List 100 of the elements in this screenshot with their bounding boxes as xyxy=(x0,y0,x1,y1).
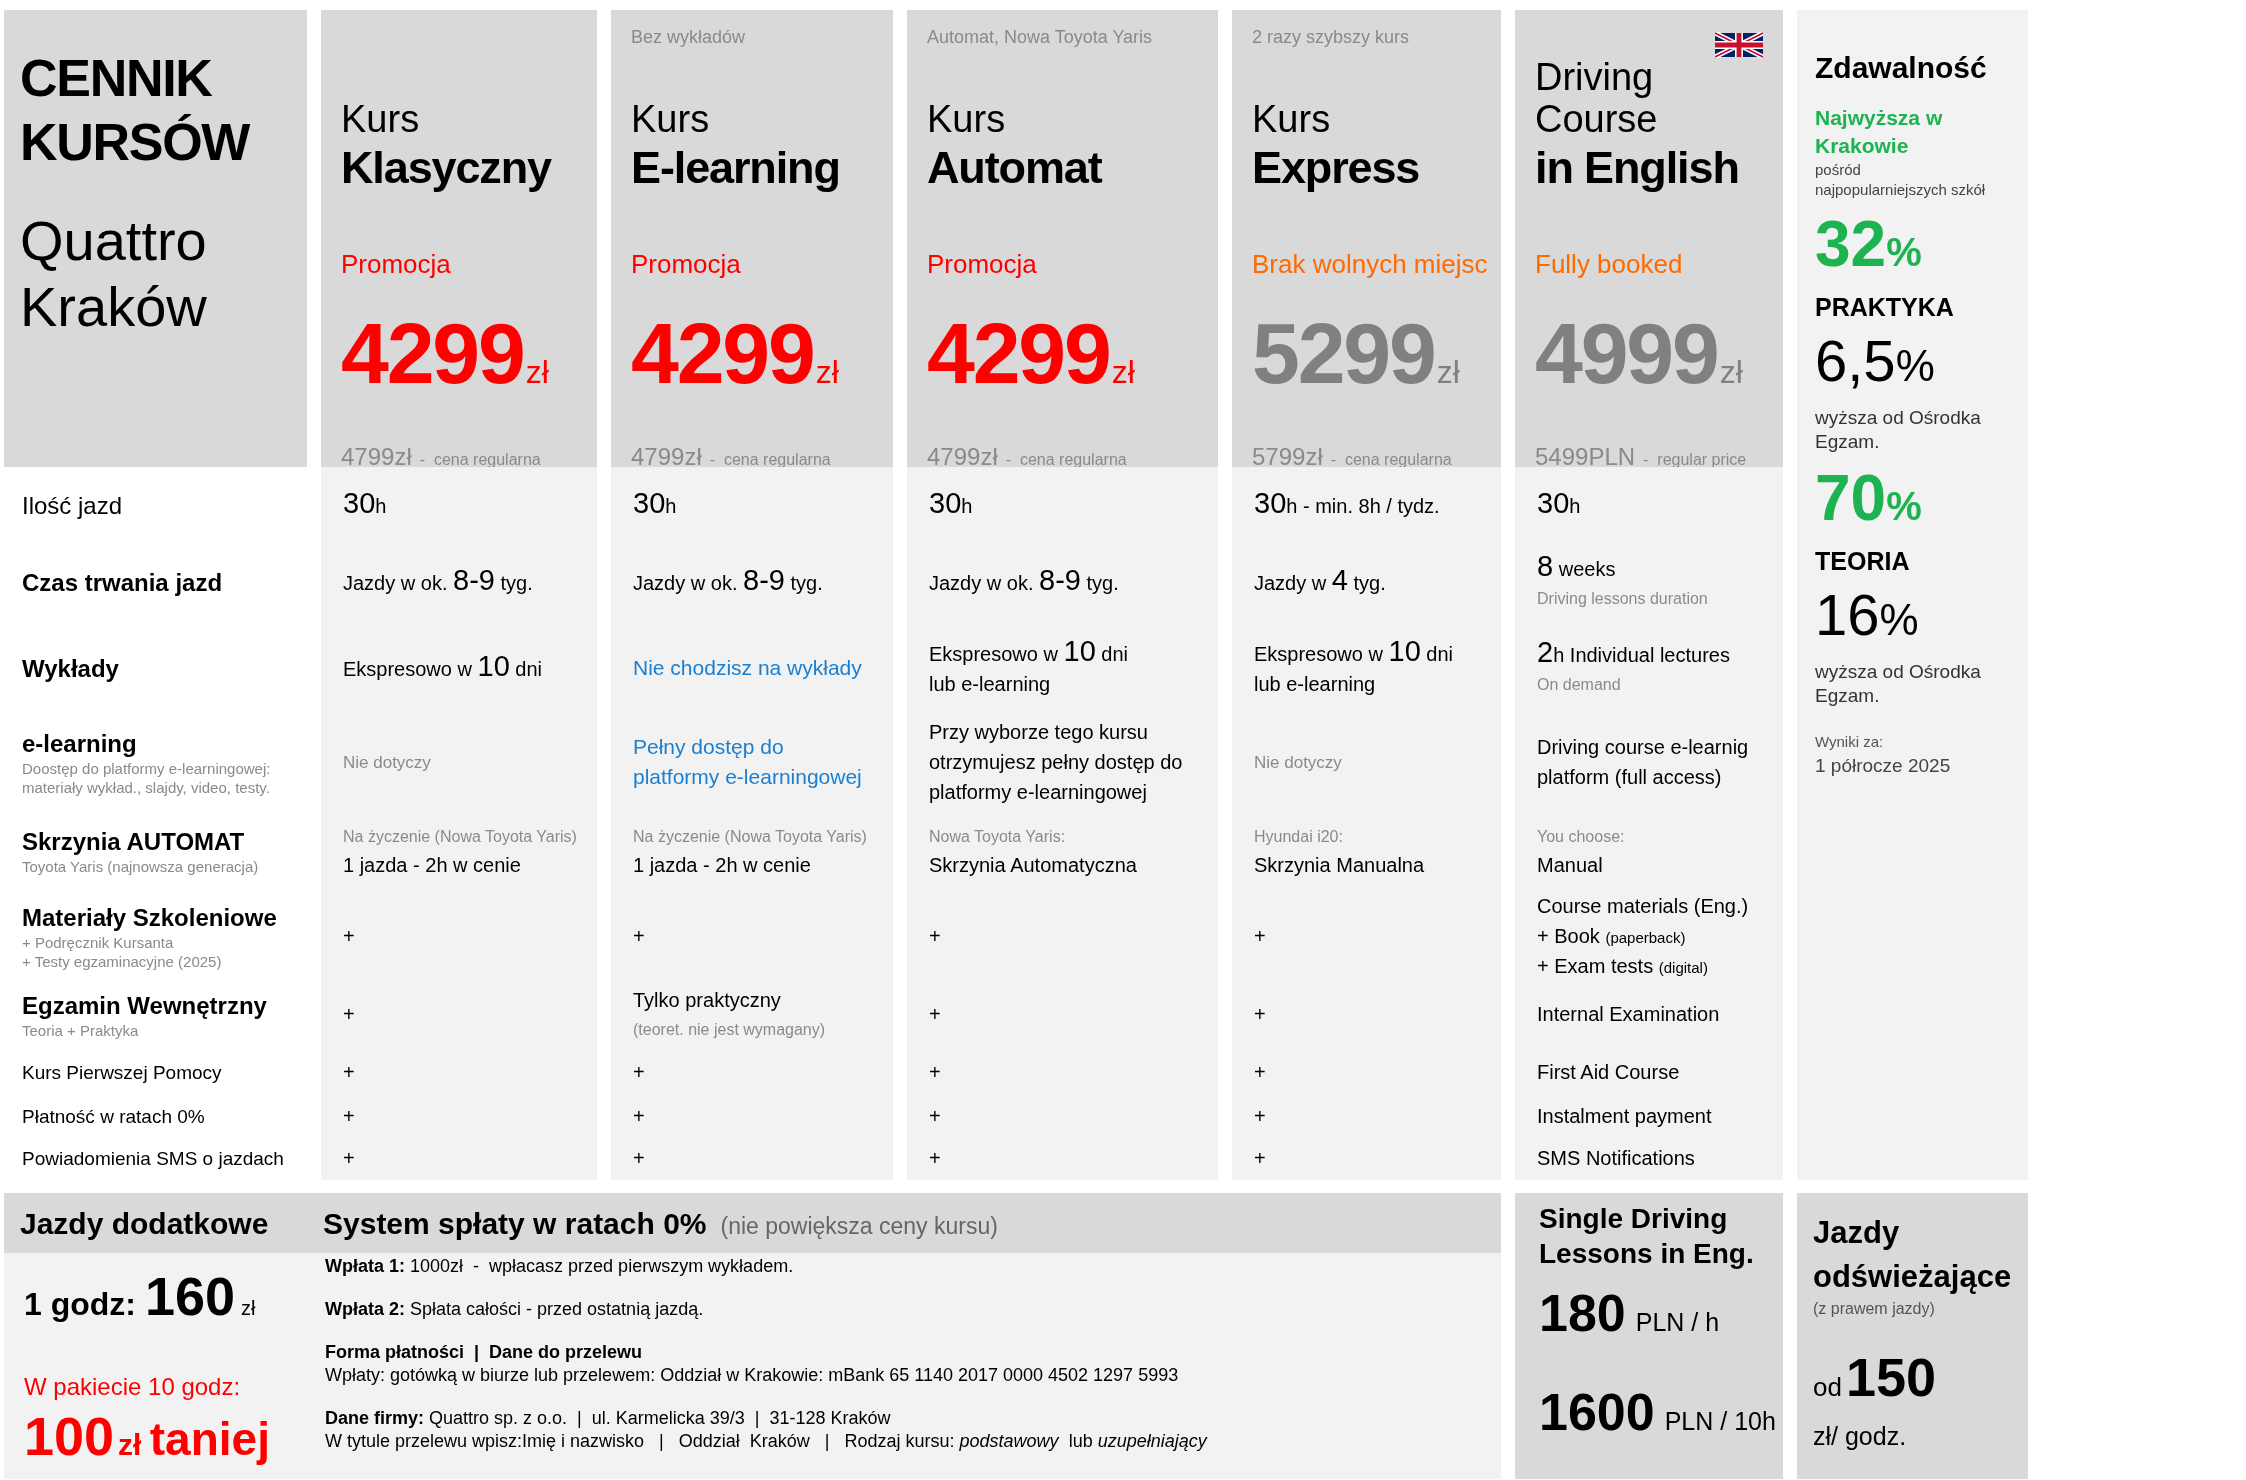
cell-text: Przy wyborze tego kursu otrzymujesz pełny dostęp do platformy e-learningowej xyxy=(929,720,1184,805)
cell-text: Internal Examination xyxy=(1537,1002,1721,1027)
row-note: + Podręcznik Kursanta + Testy egzaminacyjne (2025) xyxy=(22,932,223,971)
cell-text: Course materials (Eng.) + Book (paperback) + Exam tests (digital) xyxy=(1537,893,1750,979)
cell-text: + xyxy=(1254,1104,1267,1129)
row-label: Kurs Pierwszej Pomocy xyxy=(22,1061,223,1085)
rate-difference: 16% xyxy=(1815,585,1920,649)
course-status: Promocja xyxy=(341,248,452,280)
category-label: PRAKTYKA xyxy=(1815,293,1955,321)
course-tagline: 2 razy szybszy kurs xyxy=(1252,26,1410,49)
cell-note: Driving lessons duration xyxy=(1537,589,1709,609)
cell-text: + xyxy=(929,923,942,949)
payment-text: Wpłata 2: Spłata całości - przed ostatnią jazdą. xyxy=(325,1298,705,1321)
discount-text: 100 zł taniej xyxy=(24,1407,271,1468)
cell-text: Jazdy w ok. 8-9 tyg. xyxy=(343,566,534,598)
cell-text: + xyxy=(929,1002,942,1027)
course-price: 4299zł xyxy=(341,308,550,403)
regular-price: 4799zł - cena regularna xyxy=(631,442,832,472)
row-label: Wykłady xyxy=(22,653,120,684)
category-label: TEORIA xyxy=(1815,547,1911,575)
cell-text: + xyxy=(633,1104,646,1129)
cell-text: Nie dotyczy xyxy=(343,752,432,774)
section-note: (nie powiększa ceny kursu) xyxy=(720,1211,998,1241)
course-price: 4299zł xyxy=(927,308,1136,403)
course-tagline: Bez wykładów xyxy=(631,26,746,49)
cell-text: + xyxy=(343,923,356,949)
cell-note: Na życzenie (Nowa Toyota Yaris) xyxy=(343,826,578,847)
course-status: Brak wolnych miejsc xyxy=(1252,248,1489,280)
package-label: W pakiecie 10 godz: xyxy=(24,1372,242,1402)
course-tagline: Automat, Nowa Toyota Yaris xyxy=(927,26,1153,49)
cell-text: + xyxy=(343,1002,356,1027)
row-label: e-learning xyxy=(22,729,138,759)
pass-rate: 32% xyxy=(1815,212,1923,282)
course-name: Automat xyxy=(927,141,1104,195)
cell-text: 30h xyxy=(1537,489,1582,521)
cell-text: + xyxy=(929,1060,942,1085)
cell-text: Ekspresowo w 10 dni xyxy=(343,652,543,684)
payment-text: Wpłata 1: 1000zł - wpłacasz przed pierwszym wykładem. xyxy=(325,1255,795,1278)
course-price: 5299zł xyxy=(1252,308,1461,403)
cell-text: Nie chodzisz na wykłady xyxy=(633,654,863,681)
cell-note: Hyundai i20: xyxy=(1254,826,1344,847)
cell-text: Jazdy w ok. 8-9 tyg. xyxy=(929,566,1120,598)
cell-note: On demand xyxy=(1537,675,1622,695)
price-unit: zł/ godz. xyxy=(1813,1421,1908,1451)
cell-text: Skrzynia Manualna xyxy=(1254,852,1426,878)
cell-text: + xyxy=(633,1146,646,1171)
cell-text: Ekspresowo w 10 dni lub e-learning xyxy=(929,637,1129,697)
cell-text: 1 jazda - 2h w cenie xyxy=(343,852,522,878)
cell-text: 30h xyxy=(929,489,974,521)
page-title: CENNIK KURSÓW xyxy=(20,48,251,173)
cell-text: + xyxy=(929,1104,942,1129)
cell-text: + xyxy=(633,1060,646,1085)
cell-text: First Aid Course xyxy=(1537,1060,1681,1085)
rate-difference: 6,5% xyxy=(1815,331,1936,395)
cell-text: Skrzynia Automatyczna xyxy=(929,852,1138,878)
cell-text: Jazdy w ok. 8-9 tyg. xyxy=(633,566,824,598)
cell-text: Ekspresowo w 10 dni lub e-learning xyxy=(1254,637,1454,697)
pass-rate: 70% xyxy=(1815,466,1923,536)
course-prefix: Kurs xyxy=(1252,98,1332,140)
row-label: Płatność w ratach 0% xyxy=(22,1105,206,1129)
price-text: 1600 PLN / 10h xyxy=(1539,1382,1777,1443)
cell-text: + xyxy=(1254,1002,1267,1027)
course-name: Klasyczny xyxy=(341,141,553,195)
regular-price: 4799zł - cena regularna xyxy=(341,442,542,472)
school-name: Quattro Kraków xyxy=(20,208,208,340)
cell-text: 30h xyxy=(633,489,678,521)
row-label: Ilość jazd xyxy=(22,490,124,521)
row-label: Czas trwania jazd xyxy=(22,567,224,598)
caption-text: wyższa od Ośrodka Egzam. xyxy=(1815,660,1982,708)
regular-price: 5799zł - cena regularna xyxy=(1252,442,1453,472)
cell-text: 30h xyxy=(343,489,388,521)
period-text: 1 półrocze 2025 xyxy=(1815,754,1952,778)
payment-text: W tytule przelewu wpisz:Imię i nazwisko | Oddział Kraków | Rodzaj kursu: podstawowy lub uzupełniający xyxy=(325,1430,1209,1453)
payment-text: Dane firmy: Quattro sp. z o.o. | ul. Karmelicka 39/3 | 31-128 Kraków xyxy=(325,1407,892,1430)
caption-text: pośród najpopularniejszych szkół xyxy=(1815,160,1987,200)
course-status: Fully booked xyxy=(1535,248,1684,280)
cell-text: 8 weeks xyxy=(1537,552,1617,584)
cell-text: 30h - min. 8h / tydz. xyxy=(1254,489,1441,521)
cell-text: Pełny dostęp do platformy e-learningowej xyxy=(633,734,863,790)
cell-text: 2h Individual lectures xyxy=(1537,638,1731,670)
cell-note: You choose: xyxy=(1537,826,1626,847)
cell-text: Nie dotyczy xyxy=(1254,752,1343,774)
cell-text: SMS Notifications xyxy=(1537,1146,1696,1171)
caption-text: Wyniki za: xyxy=(1815,732,1885,752)
course-prefix: Kurs xyxy=(631,98,711,140)
course-price: 4999zł xyxy=(1535,308,1744,403)
cell-note: Nowa Toyota Yaris: xyxy=(929,826,1067,847)
course-status: Promocja xyxy=(927,248,1038,280)
cell-text: + xyxy=(343,1146,356,1171)
highlight-text: Najwyższa w Krakowie xyxy=(1815,105,1944,159)
course-prefix: Driving Course xyxy=(1535,56,1659,140)
section-title: System spłaty w ratach 0% xyxy=(323,1205,707,1242)
course-status: Promocja xyxy=(631,248,742,280)
regular-price: 4799zł - cena regularna xyxy=(927,442,1128,472)
card-note: (z prawem jazdy) xyxy=(1813,1299,1936,1319)
cell-note: Na życzenie (Nowa Toyota Yaris) xyxy=(633,826,868,847)
payment-heading: Forma płatności | Dane do przelewu xyxy=(325,1341,644,1364)
cell-text: + xyxy=(343,1104,356,1129)
cell-text: + xyxy=(1254,1146,1267,1171)
section-title: Jazdy dodatkowe xyxy=(19,1205,270,1242)
